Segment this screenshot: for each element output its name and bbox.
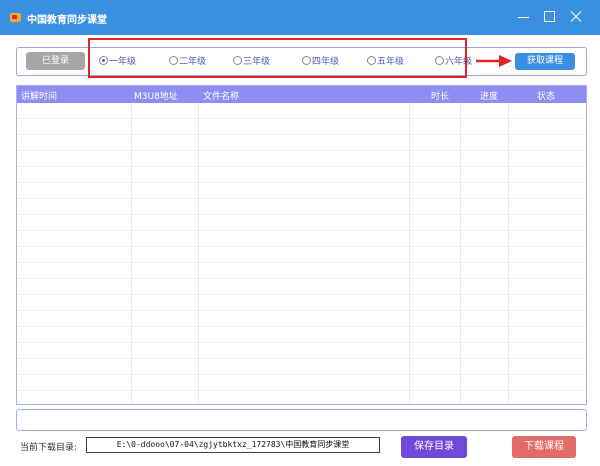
maximize-icon[interactable] [542, 9, 558, 25]
column-header: 进度 [480, 92, 499, 102]
app-logo-icon [10, 13, 21, 22]
minimize-icon[interactable] [516, 9, 532, 25]
download-dir-label: 当前下载目录: [20, 443, 78, 453]
column-header: 文件名称 [203, 92, 240, 102]
annotation-arrow-icon [476, 55, 512, 67]
column-divider [508, 103, 509, 404]
column-divider [460, 103, 461, 404]
close-icon[interactable] [568, 9, 584, 25]
table-header: 讲解时间 M3U8地址 文件名称 时长 进度 状态 [17, 86, 586, 103]
download-courses-button[interactable]: 下载课程 [512, 436, 576, 458]
column-divider [198, 103, 199, 404]
column-header: 时长 [431, 92, 450, 102]
annotation-highlight-box [88, 38, 467, 78]
download-dir-field[interactable]: E:\0-ddooo\07-04\zgjytbktxz_172783\中国教育同… [86, 437, 380, 453]
save-directory-button[interactable]: 保存目录 [401, 436, 467, 458]
fetch-courses-button[interactable]: 获取课程 [515, 53, 575, 70]
column-divider [131, 103, 132, 404]
status-bar [16, 409, 587, 431]
column-header: 状态 [537, 92, 556, 102]
column-header: M3U8地址 [134, 92, 178, 102]
login-status-button[interactable]: 已登录 [26, 52, 85, 70]
table-body[interactable] [17, 103, 586, 404]
column-header: 讲解时间 [21, 92, 58, 102]
window-title: 中国教育同步课堂 [27, 15, 107, 26]
column-divider [409, 103, 410, 404]
course-table: 讲解时间 M3U8地址 文件名称 时长 进度 状态 [16, 85, 587, 405]
title-bar: 中国教育同步课堂 [0, 0, 600, 35]
